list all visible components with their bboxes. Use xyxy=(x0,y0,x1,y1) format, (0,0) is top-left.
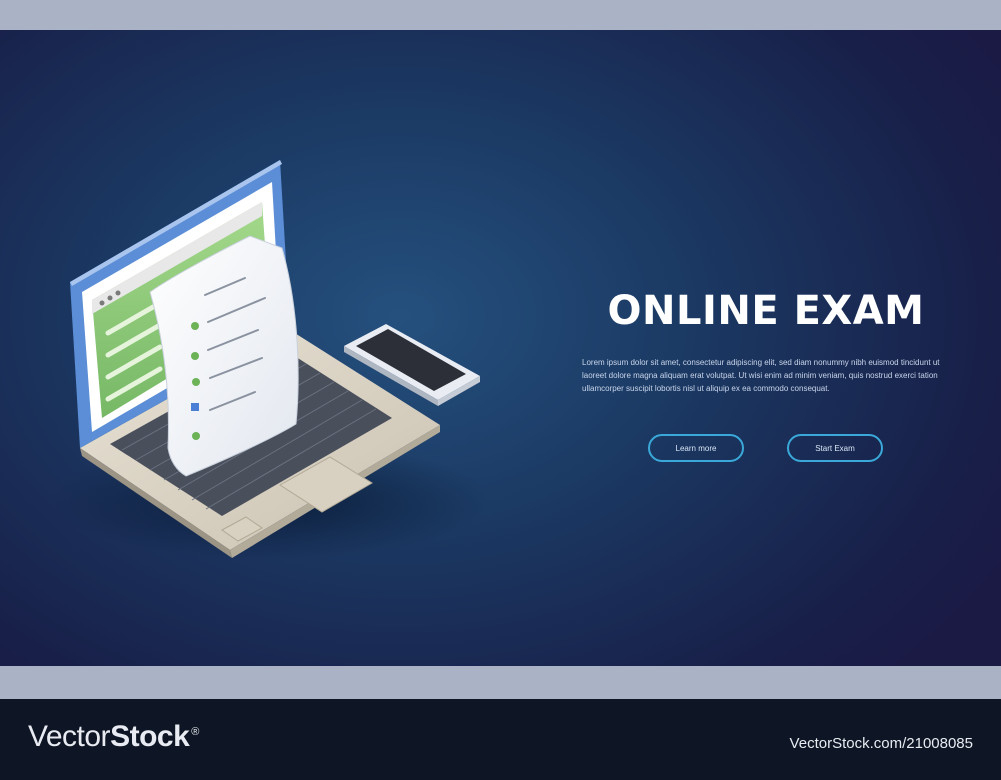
online-exam-banner: ONLINE EXAM Lorem ipsum dolor sit amet, … xyxy=(0,30,1001,666)
laptop-exam-illustration xyxy=(50,160,490,560)
start-exam-button[interactable]: Start Exam xyxy=(787,434,883,462)
stock-url-text: VectorStock.com/21008085 xyxy=(789,735,973,752)
description-text: Lorem ipsum dolor sit amet, consectetur … xyxy=(582,358,940,393)
learn-more-button[interactable]: Learn more xyxy=(648,434,744,462)
bottom-border-strip xyxy=(0,666,1001,699)
logo-text-bold: Stock xyxy=(110,720,190,753)
page-title: ONLINE EXAM xyxy=(607,288,925,334)
vectorstock-logo: VectorStock ® xyxy=(28,720,199,754)
registered-mark: ® xyxy=(191,726,199,738)
top-border-strip xyxy=(0,0,1001,30)
logo-text-light: Vector xyxy=(28,720,111,753)
